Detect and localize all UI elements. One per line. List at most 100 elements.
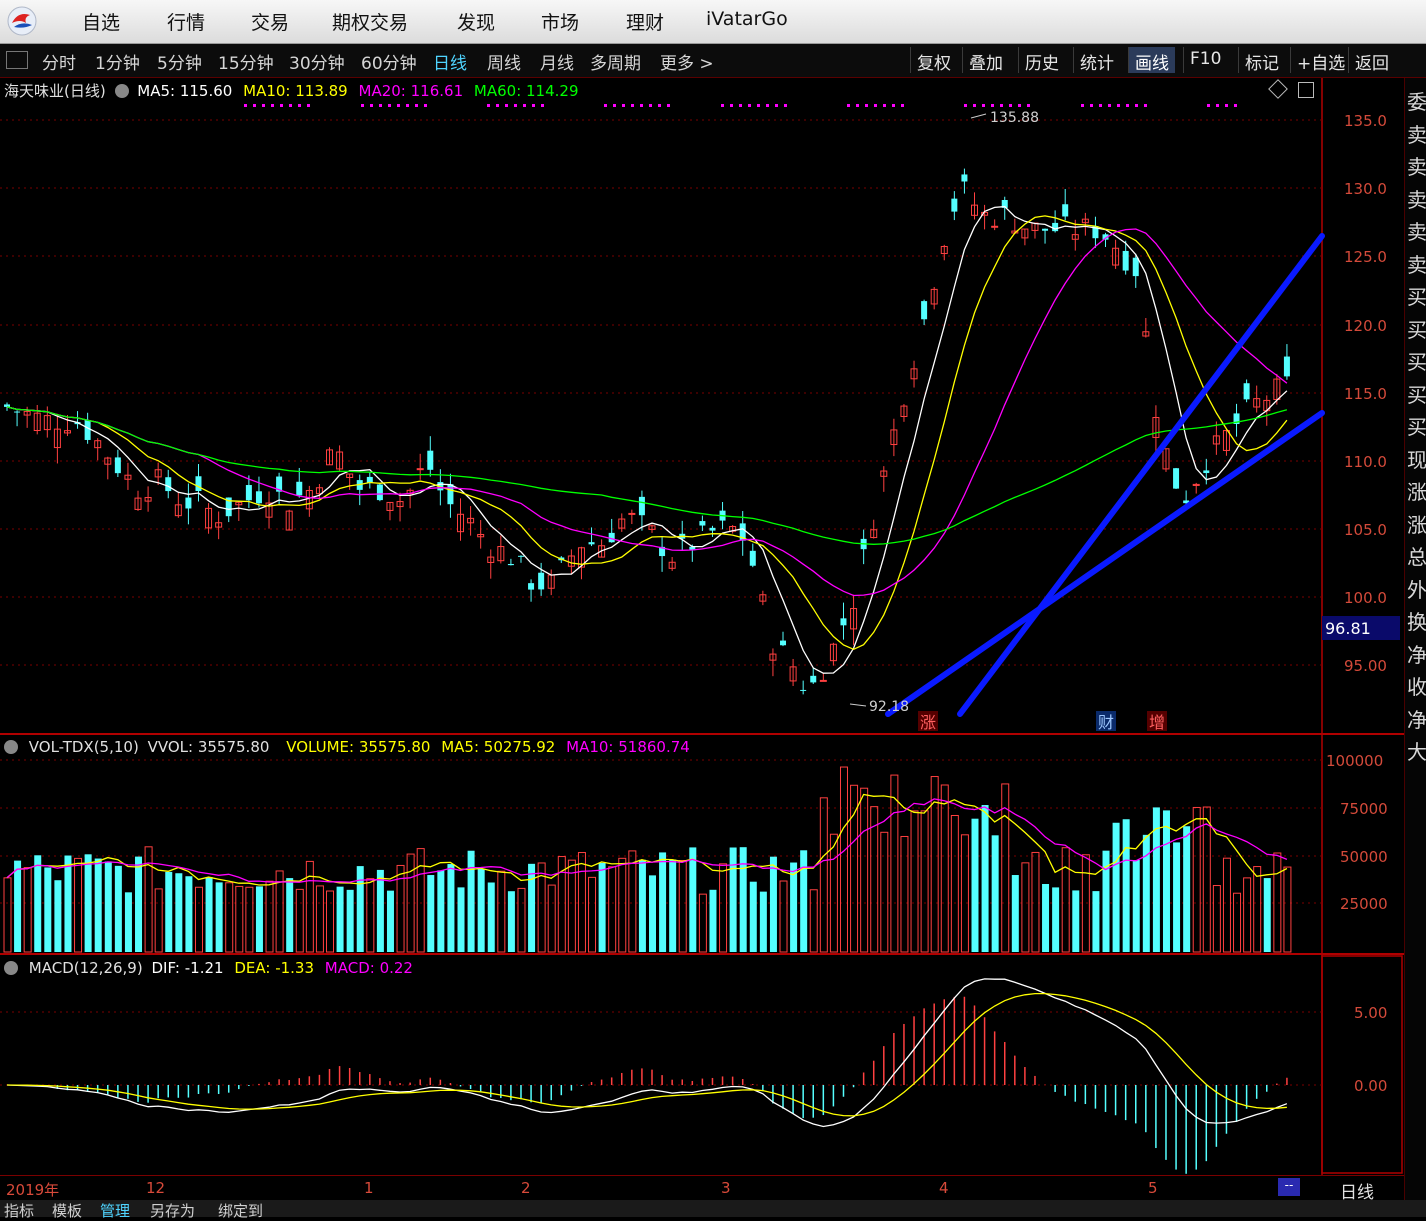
- quote-panel-label: 收: [1407, 675, 1426, 699]
- period-tab-weekly[interactable]: 周线: [487, 49, 521, 74]
- period-tab-1min[interactable]: 1分钟: [95, 49, 140, 74]
- history-button[interactable]: 历史: [1018, 47, 1065, 74]
- mark-button[interactable]: 标记: [1238, 47, 1285, 74]
- volume-bar: [890, 774, 899, 953]
- candle-body: [245, 485, 252, 501]
- macd-dropdown-icon[interactable]: [4, 961, 18, 975]
- dot-mark: [1135, 104, 1138, 107]
- overlay-button[interactable]: 叠加: [962, 47, 1009, 74]
- candle-body: [165, 477, 172, 492]
- volume-bar: [44, 867, 52, 952]
- menu-ivatargo[interactable]: iVatarGo: [706, 8, 788, 30]
- volume-bar: [1122, 819, 1130, 952]
- volume-bar: [205, 877, 213, 952]
- menu-quotes[interactable]: 行情: [167, 8, 205, 35]
- volume-bar: [1212, 885, 1221, 953]
- volume-bar: [185, 876, 193, 952]
- draw-line-button[interactable]: 画线: [1128, 47, 1175, 74]
- period-tab-more[interactable]: 更多 >: [660, 49, 714, 74]
- menu-trade[interactable]: 交易: [251, 8, 289, 35]
- tab-template[interactable]: 模板: [52, 1200, 82, 1221]
- period-tab-daily[interactable]: 日线: [433, 49, 467, 74]
- trendline-upper: [957, 233, 1325, 717]
- quote-panel-label: 卖: [1407, 155, 1426, 179]
- dot-mark: [415, 104, 418, 107]
- candle-body: [447, 484, 454, 505]
- volume-bar: [114, 865, 122, 952]
- menu-market[interactable]: 市场: [541, 8, 579, 35]
- marker-increase[interactable]: 增: [1149, 713, 1165, 732]
- ma10-value: MA10: 113.89: [243, 82, 348, 100]
- add-watchlist-button[interactable]: +自选: [1290, 47, 1351, 74]
- low-price-label: 92.18: [869, 699, 909, 715]
- candle-body: [416, 468, 424, 471]
- tab-bind-to[interactable]: 绑定到: [218, 1200, 263, 1221]
- dot-mark: [856, 104, 859, 107]
- tab-manage[interactable]: 管理: [100, 1200, 130, 1221]
- period-tab-15min[interactable]: 15分钟: [218, 49, 274, 74]
- dot-mark: [1000, 104, 1003, 107]
- volume-bar: [960, 834, 969, 953]
- f10-button[interactable]: F10: [1183, 47, 1227, 73]
- macd-tick: 0.00: [1354, 1077, 1387, 1095]
- dot-mark: [370, 104, 373, 107]
- macd-info-line: MACD(12,26,9) DIF: -1.21 DEA: -1.33 MACD…: [4, 959, 413, 977]
- menu-discover[interactable]: 发现: [457, 8, 495, 35]
- volume-bar: [74, 857, 83, 953]
- dropdown-icon[interactable]: [114, 84, 129, 98]
- adjust-button[interactable]: 复权: [910, 47, 957, 74]
- grid-icon[interactable]: [6, 51, 28, 69]
- tab-save-as[interactable]: 另存为: [150, 1200, 195, 1221]
- volume-bar: [165, 871, 173, 952]
- menu-watchlist[interactable]: 自选: [82, 8, 120, 35]
- volume-bar: [1263, 878, 1271, 952]
- vol-dropdown-icon[interactable]: [4, 740, 18, 754]
- marker-finance[interactable]: 财: [1098, 713, 1114, 732]
- period-tab-5min[interactable]: 5分钟: [157, 49, 202, 74]
- stats-button[interactable]: 统计: [1073, 47, 1120, 74]
- marker-rise[interactable]: 涨: [920, 713, 936, 732]
- vol-tick: 75000: [1340, 800, 1388, 818]
- macd-indicator-name[interactable]: MACD(12,26,9): [29, 959, 143, 977]
- quote-panel-label: 涨: [1407, 480, 1426, 504]
- vol-indicator-name[interactable]: VOL-TDX(5,10): [29, 738, 139, 756]
- volume-bar: [719, 863, 728, 953]
- volume-bar: [386, 890, 394, 952]
- dot-mark: [649, 104, 652, 107]
- dot-mark: [280, 104, 283, 107]
- candle-body: [1203, 470, 1210, 474]
- period-tab-monthly[interactable]: 月线: [540, 49, 574, 74]
- volume-bar: [1202, 806, 1211, 953]
- scroll-end-button[interactable]: --: [1278, 1178, 1300, 1196]
- date-axis: 2019年 12 1 2 3 4 5 -- 日线: [0, 1175, 1404, 1203]
- ma60-line: [6, 406, 1288, 545]
- period-tab-30min[interactable]: 30分钟: [289, 49, 345, 74]
- candle-body: [588, 542, 595, 545]
- tab-indicator[interactable]: 指标: [4, 1200, 34, 1221]
- menu-options-trade[interactable]: 期权交易: [332, 8, 408, 35]
- period-tab-multi[interactable]: 多周期: [590, 49, 641, 74]
- dot-mark: [424, 104, 427, 107]
- volume-bar: [255, 886, 263, 952]
- quote-panel-label: 买: [1407, 285, 1426, 309]
- menu-wealth[interactable]: 理财: [626, 8, 664, 35]
- volume-bar: [1162, 810, 1170, 952]
- volume-bar: [940, 784, 949, 953]
- chart-area[interactable]: 135.88 92.18 涨 财 增 135.0 130.0 125.0 120…: [0, 78, 1404, 1175]
- period-tab-60min[interactable]: 60分钟: [361, 49, 417, 74]
- stock-name[interactable]: 海天味业(日线): [4, 82, 106, 100]
- volume-bar: [326, 890, 334, 953]
- app-logo-icon[interactable]: [6, 5, 38, 37]
- dot-mark: [505, 104, 508, 107]
- volume-bar: [366, 878, 375, 953]
- period-tab-timeshare[interactable]: 分时: [42, 49, 76, 74]
- back-button[interactable]: 返回: [1348, 47, 1395, 74]
- volume-bar: [1042, 883, 1050, 952]
- volume-bar: [729, 847, 737, 952]
- volume-bar: [1011, 875, 1019, 952]
- window-icon[interactable]: [1298, 82, 1314, 98]
- candle-body: [507, 563, 514, 566]
- dot-mark: [748, 104, 751, 107]
- candle-body: [1283, 356, 1290, 377]
- volume-bar: [1021, 862, 1030, 953]
